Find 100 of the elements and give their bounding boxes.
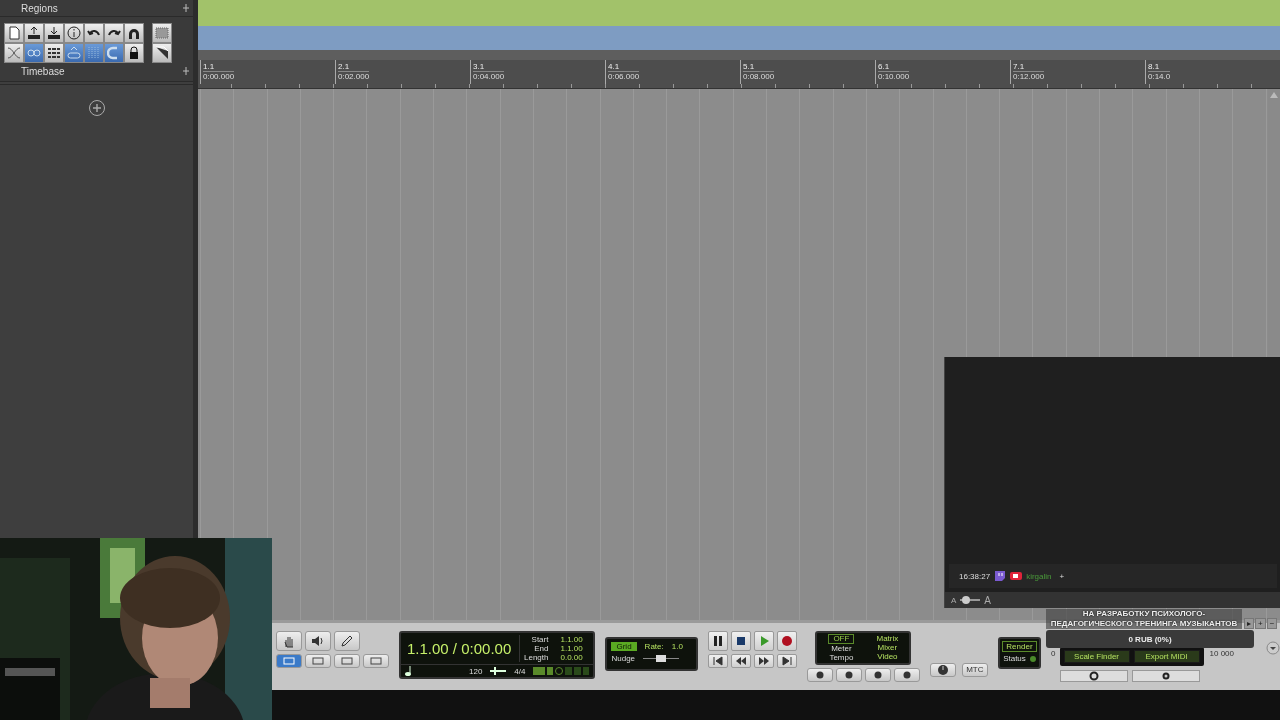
- download-icon: [47, 26, 61, 40]
- transport-button[interactable]: [730, 654, 751, 668]
- selection-label: Length: [524, 653, 549, 663]
- chat-bubble-icon: [994, 570, 1007, 582]
- bar-number: 3.1: [473, 62, 485, 71]
- plugin-button[interactable]: Export MIDI: [1133, 650, 1200, 663]
- cross-icon: [7, 46, 21, 60]
- grid-mode[interactable]: Grid: [611, 642, 637, 651]
- banner-button[interactable]: ▸: [1244, 618, 1254, 629]
- transport-button[interactable]: [707, 654, 728, 668]
- bar-number: 2.1: [338, 62, 350, 71]
- donation-amount: 0 RUB (0%): [1046, 630, 1254, 648]
- slider-thumb[interactable]: [656, 655, 667, 662]
- selection-value: 1.1.00: [560, 635, 583, 645]
- option-button[interactable]: [835, 668, 862, 682]
- expand-icon: [183, 67, 189, 75]
- mode-icon: [282, 656, 296, 666]
- bar-number: 1.1: [203, 62, 215, 71]
- clock-button[interactable]: [929, 663, 956, 677]
- go-to-end-icon: [779, 654, 794, 668]
- tool-button[interactable]: [305, 631, 331, 651]
- view-label[interactable]: Matrix: [876, 634, 899, 643]
- option-button[interactable]: [864, 668, 891, 682]
- status-label: Status: [1003, 654, 1026, 663]
- tool-button[interactable]: [44, 23, 64, 43]
- page-icon: [7, 26, 21, 40]
- transport-button[interactable]: [730, 631, 751, 651]
- view-label[interactable]: Tempo: [829, 653, 854, 662]
- link-icon: [67, 46, 81, 60]
- banner-button[interactable]: +: [1255, 618, 1266, 629]
- time-label: 0:06.000: [608, 71, 640, 81]
- time-label: 0:04.000: [473, 71, 505, 81]
- render-button[interactable]: Render: [1002, 641, 1037, 652]
- username[interactable]: kirgalin: [1026, 571, 1052, 581]
- fast-forward-icon: [756, 654, 771, 668]
- return-to-start-icon: [710, 654, 725, 668]
- arch-icon: [127, 26, 141, 40]
- view-label[interactable]: Meter: [831, 644, 852, 653]
- tool-button[interactable]: [124, 43, 144, 63]
- ruler-label: Regions: [21, 2, 58, 14]
- plugin-button[interactable]: Scale Finder: [1063, 650, 1130, 663]
- add-button[interactable]: +: [1059, 571, 1065, 581]
- bar-number: 8.1: [1148, 62, 1160, 71]
- tool-button[interactable]: [152, 43, 172, 63]
- status-dot-icon: [1029, 655, 1036, 662]
- banner-button[interactable]: −: [1266, 618, 1278, 629]
- time-label: 0:10.000: [878, 71, 910, 81]
- transport-button[interactable]: [753, 654, 774, 668]
- settings-button[interactable]: [1131, 670, 1200, 682]
- expand-icon: [183, 4, 189, 12]
- mode-icon: [340, 656, 354, 666]
- transport-button[interactable]: [776, 631, 797, 651]
- lock-icon: [127, 46, 141, 60]
- tool-button[interactable]: [44, 43, 64, 63]
- clock-icon: [936, 664, 949, 676]
- selection-value: 1.1.00: [560, 644, 583, 654]
- view-label[interactable]: Mixer: [877, 643, 898, 652]
- search-icon: [1088, 671, 1099, 681]
- meter-value: 4/4: [514, 666, 526, 676]
- marquee-icon: [155, 26, 169, 40]
- dots-icon: [87, 46, 101, 60]
- upload-icon: [27, 26, 41, 40]
- add-icon: [87, 99, 106, 117]
- transport-button[interactable]: [707, 631, 728, 651]
- time-label: 0:12.000: [1013, 71, 1045, 81]
- view-label[interactable]: Video: [877, 652, 898, 661]
- tool-button[interactable]: [64, 23, 84, 43]
- slider-thumb[interactable]: [962, 596, 971, 604]
- option-button[interactable]: [893, 668, 920, 682]
- selection-label: Start: [530, 635, 549, 645]
- off-indicator[interactable]: OFF: [828, 634, 855, 644]
- tool-button[interactable]: [124, 23, 144, 43]
- selection-label: End: [533, 644, 549, 654]
- info-icon: [67, 26, 81, 40]
- time-label: 0:08.000: [743, 71, 775, 81]
- scroll-up-icon: [1270, 92, 1278, 98]
- counter-options-drawing: [533, 666, 590, 677]
- ruler-label: Timebase: [21, 65, 65, 77]
- donation-title: НА РАЗРАБОТКУ ПСИХОЛОГО-ПЕДАГОГИЧЕСКОГО ТРЕНИНГА МУЗЫКАНТОВ: [1046, 609, 1242, 629]
- pencil-icon: [340, 634, 354, 648]
- tool-button[interactable]: [24, 23, 44, 43]
- bar-number: 7.1: [1013, 62, 1025, 71]
- value-label: 10 000: [1209, 649, 1234, 658]
- speaker-icon: [311, 634, 325, 648]
- time-label: 0:02.000: [338, 71, 370, 81]
- bar-number: 6.1: [878, 62, 890, 71]
- nudge-label: Nudge: [611, 654, 636, 663]
- camera-icon: [1010, 571, 1023, 581]
- option-button[interactable]: [806, 668, 833, 682]
- hand-icon: [282, 634, 296, 648]
- tool-button[interactable]: [84, 23, 104, 43]
- rate-label: Rate:: [644, 642, 664, 651]
- mtc-button[interactable]: MTC: [961, 663, 988, 677]
- search-button[interactable]: [1059, 670, 1128, 682]
- mode-icon: [369, 656, 383, 666]
- rate-value: 1.0: [671, 642, 683, 651]
- tool-button[interactable]: [104, 23, 124, 43]
- transport-button[interactable]: [776, 654, 797, 668]
- time-label: 0:14.0: [1148, 71, 1171, 81]
- tool-button[interactable]: [334, 631, 360, 651]
